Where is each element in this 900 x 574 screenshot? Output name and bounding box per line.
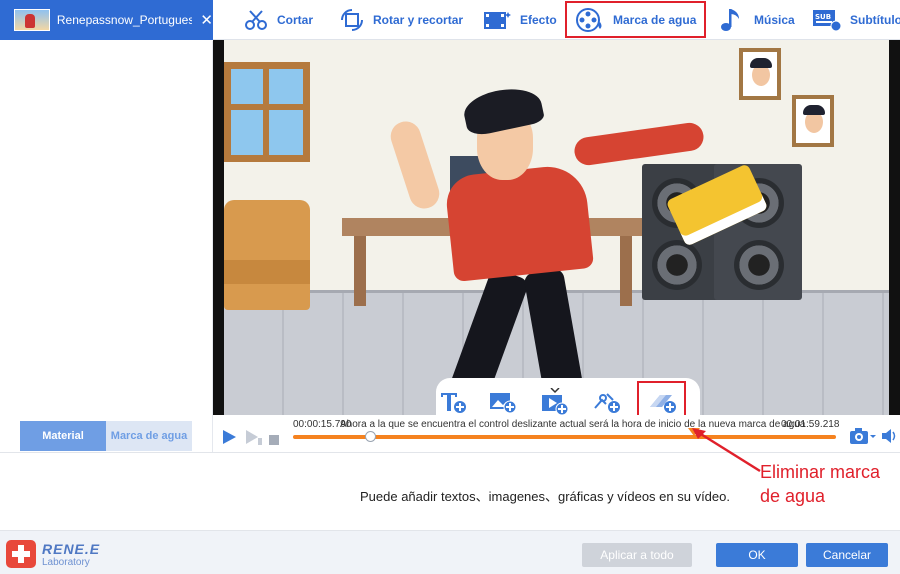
portrait-hair: [750, 58, 772, 68]
snapshot-button[interactable]: [849, 427, 877, 450]
play-button[interactable]: [221, 429, 237, 450]
logo-main: RENE.E: [42, 540, 101, 557]
speaker-cone: [734, 240, 784, 290]
tool-rotate-crop-label: Rotar y recortar: [373, 13, 464, 27]
watermark-icon: [576, 7, 602, 32]
tool-effect[interactable]: Efecto: [482, 0, 557, 40]
tool-effect-label: Efecto: [520, 13, 557, 27]
close-icon[interactable]: ✕: [200, 11, 213, 29]
annotation-line1: Eliminar marca: [760, 462, 881, 482]
speaker-cone: [652, 240, 702, 290]
tab-material[interactable]: Material: [20, 421, 106, 451]
camera-icon: [850, 428, 876, 444]
add-text-button[interactable]: [438, 390, 468, 414]
info-message: Puede añadir textos、imagenes、gráficas y …: [360, 489, 730, 504]
add-image-button[interactable]: [488, 390, 518, 414]
add-image-icon: [490, 393, 517, 414]
video-preview[interactable]: [213, 40, 900, 415]
subtitle-icon: SUB: [813, 10, 842, 32]
scene-window: [224, 62, 310, 162]
logo-text: RENE.E Laboratory: [42, 541, 100, 568]
table-leg: [354, 236, 366, 306]
annotation-arrow: [692, 428, 761, 473]
add-text-icon: [441, 393, 466, 413]
play-icon: [223, 430, 236, 444]
video-frame: [224, 40, 889, 415]
volume-icon: [882, 429, 896, 443]
tool-rotate-crop[interactable]: Rotar y recortar: [339, 0, 463, 40]
volume-button[interactable]: [881, 428, 899, 449]
effect-icon: [484, 12, 511, 29]
stop-button[interactable]: [269, 432, 279, 450]
logo-sub: Laboratory: [42, 556, 90, 568]
svg-text:SUB: SUB: [815, 13, 831, 21]
timeline-bar: 00:00:15.790 Ahora a la que se encuentra…: [213, 415, 900, 452]
ok-button[interactable]: OK: [716, 543, 798, 567]
add-video-icon: [542, 388, 569, 416]
tool-watermark[interactable]: Marca de agua: [565, 1, 707, 38]
annotation-line2: de agua: [760, 486, 826, 506]
add-shape-icon: [594, 393, 620, 413]
tool-watermark-label: Marca de agua: [613, 12, 697, 27]
tool-cut[interactable]: Cortar: [243, 0, 313, 40]
file-tab[interactable]: Renepassnow_Portugues... ✕: [0, 0, 213, 40]
rotate-crop-icon: [341, 9, 363, 31]
editor-window: Renepassnow_Portugues... ✕ Cortar Rotar …: [0, 0, 900, 574]
play-clip-button[interactable]: [245, 429, 263, 450]
stop-icon: [269, 435, 279, 445]
apply-all-button[interactable]: Aplicar a todo: [582, 543, 692, 567]
top-toolbar: Renepassnow_Portugues... ✕ Cortar Rotar …: [0, 0, 900, 40]
end-time: 00:01:59.218: [781, 419, 840, 430]
video-thumbnail: [14, 9, 50, 31]
tool-subtitle-label: Subtítulo: [850, 13, 900, 27]
annotation-label: Eliminar marca de agua: [760, 460, 880, 508]
tool-music-label: Música: [754, 13, 795, 27]
picture-frame: [792, 95, 834, 147]
tool-subtitle[interactable]: SUB Subtítulo: [812, 0, 900, 40]
left-panel-tabs: Material Marca de agua: [20, 421, 192, 451]
tool-music[interactable]: Música: [718, 0, 795, 40]
cut-icon: [245, 10, 267, 30]
logo-cross-icon: [6, 540, 36, 568]
cancel-button[interactable]: Cancelar: [806, 543, 888, 567]
play-clip-icon: [246, 430, 262, 445]
character-body: [443, 162, 595, 283]
portrait-hair: [803, 105, 825, 115]
timeline-slider-handle[interactable]: [365, 431, 376, 442]
tab-watermark[interactable]: Marca de agua: [106, 421, 192, 451]
table-leg: [620, 236, 632, 306]
music-icon: [721, 9, 739, 31]
add-video-button[interactable]: [540, 388, 570, 416]
file-name: Renepassnow_Portugues...: [56, 13, 193, 27]
media-panel: Material Marca de agua: [0, 41, 213, 452]
picture-frame: [739, 48, 781, 100]
remove-watermark-highlight: [637, 381, 686, 419]
rene-logo: RENE.E Laboratory: [6, 540, 100, 568]
add-shape-button[interactable]: [592, 390, 622, 414]
scene-sofa: [224, 200, 310, 310]
tool-cut-label: Cortar: [277, 13, 314, 27]
